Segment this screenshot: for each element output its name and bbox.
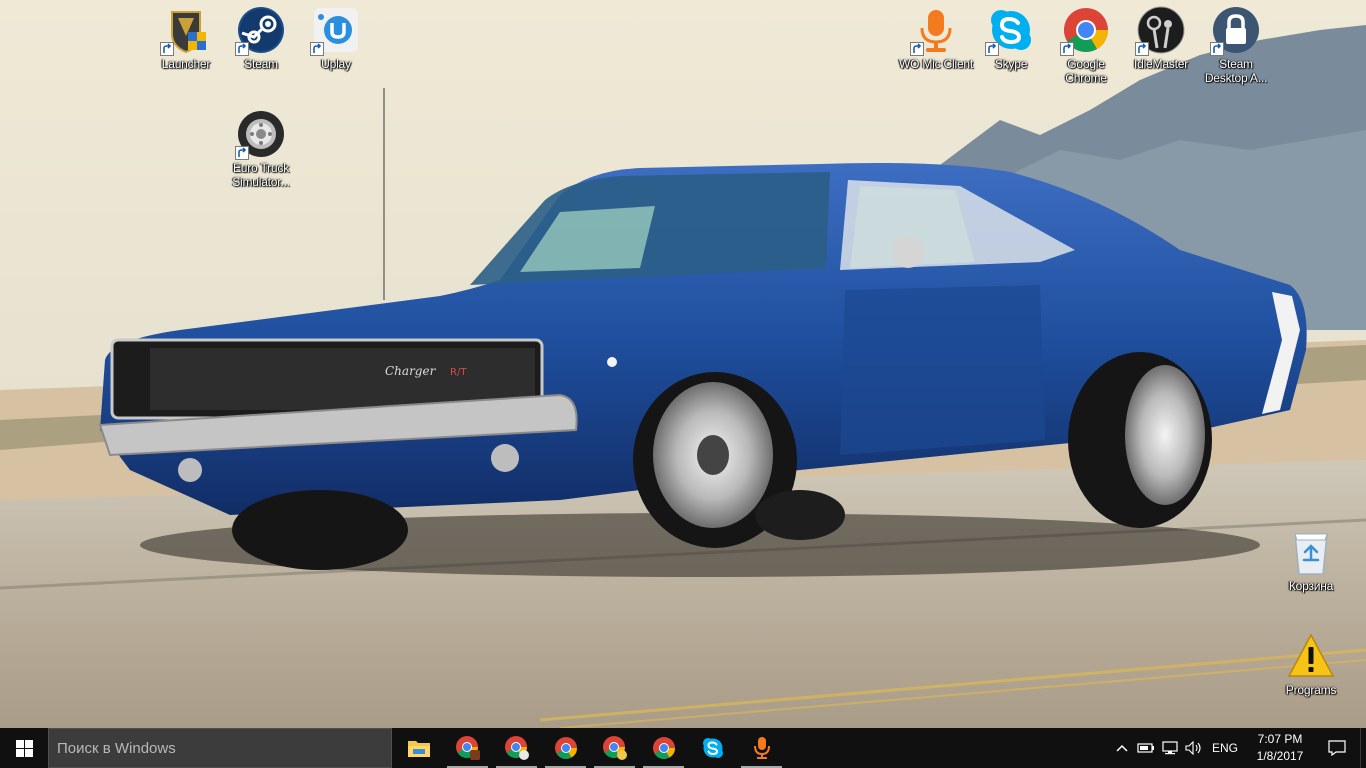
desktop-icon-label: Skype	[994, 57, 1028, 71]
desktop-icon-euro-truck-simulator[interactable]: Euro Truck Simulator...	[223, 104, 299, 189]
system-tray: ENG 7:07 PM 1/8/2017	[1110, 728, 1366, 768]
idlemaster-icon	[1135, 6, 1185, 56]
show-desktop-button[interactable]	[1360, 728, 1366, 768]
microphone-icon	[910, 6, 960, 56]
search-placeholder: Поиск в Windows	[57, 739, 176, 757]
taskbar-app-chrome[interactable]	[541, 728, 590, 768]
taskbar-app-chrome-profile-3[interactable]	[590, 728, 639, 768]
tray-network-button[interactable]	[1158, 728, 1182, 768]
chrome-icon	[652, 737, 675, 759]
steam-desktop-authenticator-icon	[1210, 6, 1260, 56]
steam-icon	[235, 6, 285, 56]
taskbar-app-chrome-profile-1[interactable]	[443, 728, 492, 768]
skype-icon	[702, 738, 723, 758]
notification-icon	[1328, 740, 1346, 756]
shortcut-arrow-icon	[235, 146, 249, 160]
action-center-button[interactable]	[1314, 728, 1360, 768]
desktop-icon-uplay[interactable]: Uplay	[298, 0, 374, 71]
desktop-icon-label: IdleMaster	[1133, 57, 1189, 71]
desktop-icon-steam[interactable]: Steam	[223, 0, 299, 71]
clock-time: 7:07 PM	[1257, 732, 1303, 746]
chevron-up-icon	[1116, 744, 1128, 752]
chrome-icon	[1060, 6, 1110, 56]
file-explorer-icon	[407, 741, 430, 757]
launcher-shield-icon	[160, 6, 210, 56]
desktop-wallpaper: Charger R/T	[0, 0, 1366, 728]
taskbar-app-file-explorer[interactable]	[394, 728, 443, 768]
desktop-icon-idlemaster[interactable]: IdleMaster	[1123, 0, 1199, 71]
shortcut-arrow-icon	[985, 42, 999, 56]
shortcut-arrow-icon	[1135, 42, 1149, 56]
show-hidden-icons-button[interactable]	[1110, 728, 1134, 768]
shortcut-arrow-icon	[1210, 42, 1224, 56]
desktop-icon-label: Steam Desktop A...	[1204, 57, 1268, 85]
taskbar-app-chrome-2[interactable]	[639, 728, 688, 768]
skype-icon	[985, 6, 1035, 56]
uplay-icon	[310, 6, 360, 56]
desktop-icon-google-chrome[interactable]: Google Chrome	[1048, 0, 1124, 85]
warning-icon	[1287, 632, 1335, 680]
recycle-bin-icon	[1287, 528, 1335, 576]
taskbar-apps	[394, 728, 786, 768]
shortcut-arrow-icon	[160, 42, 174, 56]
shortcut-arrow-icon	[910, 42, 924, 56]
microphone-icon	[753, 737, 770, 759]
chrome-profile-2-icon	[504, 736, 529, 760]
taskbar-app-wo-mic[interactable]	[737, 728, 786, 768]
input-language-indicator[interactable]: ENG	[1206, 741, 1246, 755]
shortcut-arrow-icon	[235, 42, 249, 56]
desktop-icon-wo-mic-client[interactable]: WO Mic Client	[898, 0, 974, 71]
clock-date: 1/8/2017	[1256, 749, 1304, 763]
desktop-icon-label: Uplay	[321, 57, 351, 71]
taskbar-app-chrome-profile-2[interactable]	[492, 728, 541, 768]
grille-badge: Charger	[385, 364, 437, 378]
taskbar: Поиск в Windows ENG 7:07 PM 1/8/2017	[0, 728, 1366, 768]
tray-volume-button[interactable]	[1182, 728, 1206, 768]
network-icon	[1162, 741, 1178, 755]
shortcut-arrow-icon	[310, 42, 324, 56]
chrome-icon	[554, 737, 577, 759]
chrome-profile-1-icon	[455, 736, 480, 760]
desktop-icon-label: Steam	[244, 57, 278, 71]
tray-battery-button[interactable]	[1134, 728, 1158, 768]
start-button[interactable]	[0, 728, 48, 768]
windows-logo-icon	[15, 739, 33, 757]
desktop-icon-programs[interactable]: Programs	[1273, 626, 1349, 697]
desktop-icon-recycle-bin[interactable]: Корзина	[1273, 522, 1349, 593]
taskbar-app-skype[interactable]	[688, 728, 737, 768]
taskbar-clock[interactable]: 7:07 PM 1/8/2017	[1246, 731, 1314, 765]
speaker-icon	[1185, 741, 1201, 755]
battery-icon	[1137, 743, 1154, 753]
desktop-icon-label: Programs	[1285, 683, 1337, 697]
chrome-profile-3-icon	[602, 736, 627, 760]
desktop-icon-label: Корзина	[1288, 579, 1334, 593]
shortcut-arrow-icon	[1060, 42, 1074, 56]
desktop-icon-label: Euro Truck Simulator...	[232, 161, 290, 189]
desktop-icon-label: Launcher	[161, 57, 211, 71]
desktop-icon-launcher[interactable]: Launcher	[148, 0, 224, 71]
desktop-icon-label: WO Mic Client	[898, 57, 974, 71]
euro-truck-simulator-icon	[235, 110, 285, 160]
desktop-icon-label: Google Chrome	[1065, 57, 1107, 85]
desktop-icon-steam-desktop-authenticator[interactable]: Steam Desktop A...	[1198, 0, 1274, 85]
desktop-icon-skype[interactable]: Skype	[973, 0, 1049, 71]
search-input[interactable]: Поиск в Windows	[48, 728, 392, 768]
rt-badge: R/T	[450, 367, 467, 378]
